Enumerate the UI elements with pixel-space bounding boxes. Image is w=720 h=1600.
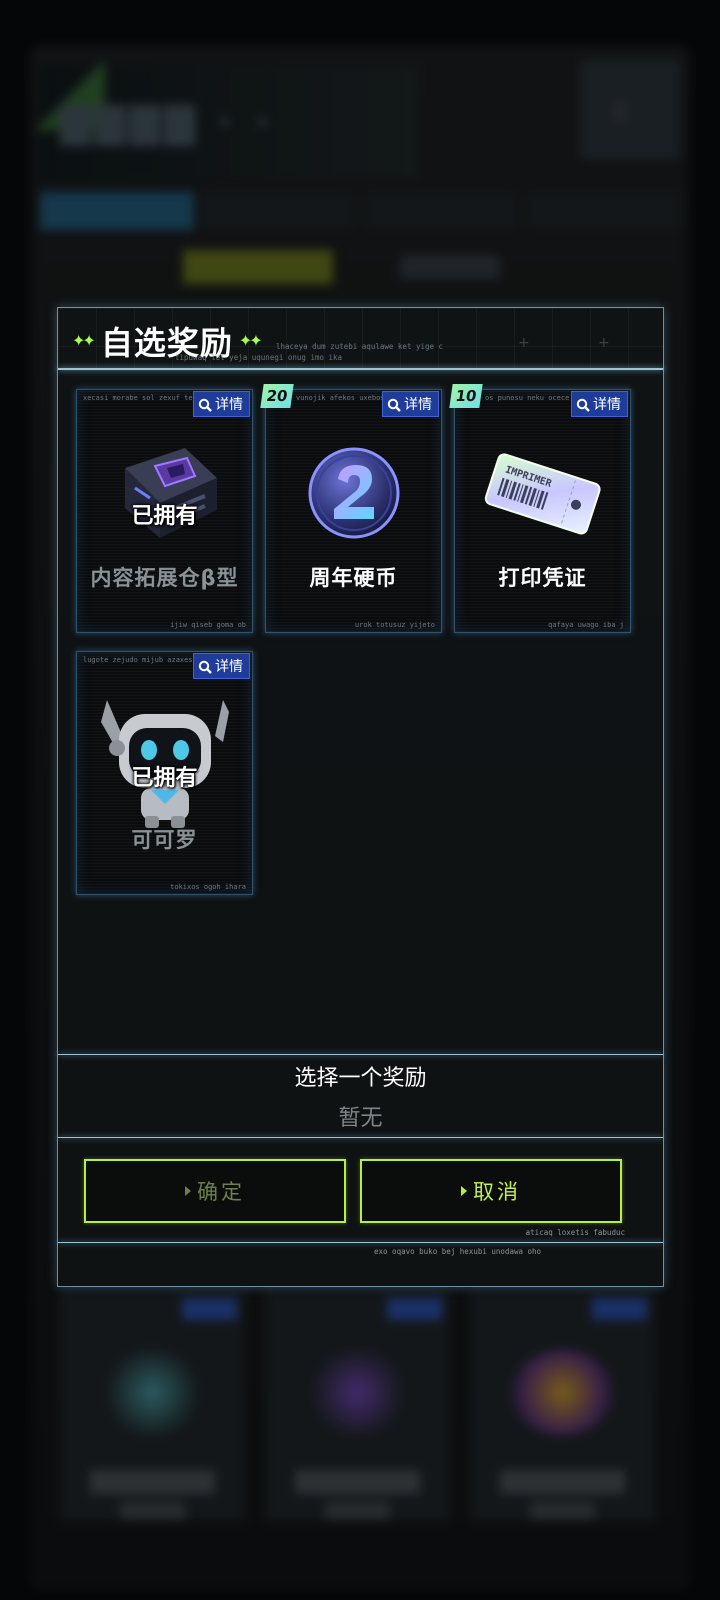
magnifier-icon [198, 397, 212, 412]
reward-select-dialog: ✦✦ 自选奖励 ✦✦ lhaceya dum zutebi aqulawe ke… [57, 307, 664, 1287]
confirm-button[interactable]: 确定 [84, 1159, 346, 1223]
expansion-module-icon [77, 438, 252, 548]
decorative-caption: lhaceya dum zutebi aqulawe ket yige c [276, 342, 444, 351]
divider [58, 368, 663, 370]
card-caption: tokixos ogoh ihara [170, 883, 246, 891]
reward-card[interactable]: os punosu neku ocece o 10 详情 IMPRIMER 打印… [449, 384, 631, 633]
divider [58, 1054, 663, 1055]
divider [58, 1242, 663, 1243]
owned-label: 已拥有 [131, 766, 198, 791]
card-caption: xecasi morabe sol zexuf tel [83, 394, 197, 402]
magnifier-icon [387, 397, 401, 412]
quantity-badge: 20 [260, 384, 294, 408]
decorative-caption: tipuwaq lel yeja uqunegi onug imo ika [175, 353, 343, 362]
magnifier-icon [576, 397, 590, 412]
reward-name: 内容拓展仓β型 [90, 566, 239, 590]
owned-label: 已拥有 [131, 504, 198, 529]
dialog-header: ✦✦ 自选奖励 ✦✦ lhaceya dum zutebi aqulawe ke… [58, 308, 663, 369]
decorative-caption: exo oqavo buko bej hexubi unodawa oho [374, 1247, 542, 1256]
cancel-button[interactable]: 取消 [360, 1159, 622, 1223]
divider [58, 1137, 663, 1138]
sparkle-icon: ✦✦ [238, 331, 263, 350]
reward-card[interactable]: vunojik afekos uxebos 20 详情 周年硬币 urok to… [260, 384, 442, 633]
reward-card[interactable]: xecasi morabe sol zexuf tel 详情 已拥有 内容拓展仓… [76, 389, 253, 633]
anniversary-coin-icon [266, 438, 441, 548]
quantity-badge: 10 [449, 384, 483, 408]
card-caption: lugote zejudo mijub azaxes [83, 656, 193, 664]
card-caption: urok totusuz yijeto [354, 621, 435, 629]
reward-card[interactable]: lugote zejudo mijub azaxes 详情 已拥有 可可罗 to… [76, 651, 253, 895]
magnifier-icon [198, 659, 212, 674]
cross-marker-icon: + [598, 335, 610, 351]
decorative-caption: aticaq loxetis fabuduc [525, 1228, 625, 1237]
card-caption: os punosu neku ocece o [485, 394, 578, 402]
detail-button[interactable]: 详情 [382, 391, 439, 417]
cross-marker-icon: + [518, 335, 530, 351]
detail-button[interactable]: 详情 [571, 391, 628, 417]
selection-value: 暂无 [338, 1106, 383, 1131]
print-voucher-icon: IMPRIMER [455, 438, 630, 548]
card-caption: ijiw qiseb goma ob [170, 621, 246, 629]
sparkle-icon: ✦✦ [72, 331, 96, 350]
play-arrow-icon [185, 1186, 191, 1196]
reward-name: 打印凭证 [498, 566, 587, 590]
detail-button[interactable]: 详情 [193, 391, 250, 417]
card-caption: qafaya uwago iba j [548, 621, 624, 629]
selection-prompt: 选择一个奖励 [294, 1066, 427, 1091]
reward-name: 周年硬币 [309, 566, 398, 590]
reward-name: 可可罗 [131, 828, 198, 852]
detail-button[interactable]: 详情 [193, 653, 250, 679]
play-arrow-icon [461, 1186, 467, 1196]
